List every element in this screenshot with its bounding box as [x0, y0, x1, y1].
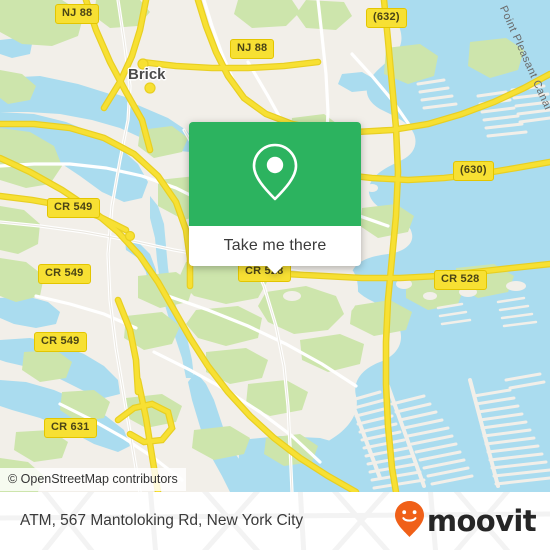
road-shield-cr-549-south[interactable]: CR 549	[34, 332, 87, 352]
road-shield-cr-549-mid[interactable]: CR 549	[38, 264, 91, 284]
road-shield-cr-528-east[interactable]: CR 528	[434, 270, 487, 290]
road-shield-cr-631[interactable]: CR 631	[44, 418, 97, 438]
moovit-wordmark: moovit	[426, 503, 537, 538]
road-shield-630[interactable]: (630)	[453, 161, 494, 181]
popup-card-header	[189, 122, 361, 226]
map-canvas[interactable]: NJ 88 NJ 88 (632) (630) CR 549 CR 549 CR…	[0, 0, 550, 492]
road-shield-cr-549-north[interactable]: CR 549	[47, 198, 100, 218]
place-label-brick: Brick	[128, 66, 166, 83]
moovit-logo[interactable]: moovit	[394, 500, 537, 543]
popup-card-footer: Take me there	[189, 226, 361, 274]
osm-attribution[interactable]: © OpenStreetMap contributors	[0, 468, 186, 491]
moovit-smiley-pin-icon	[394, 500, 425, 543]
road-shield-nj-88-center[interactable]: NJ 88	[230, 39, 275, 59]
take-me-there-button[interactable]: Take me there	[224, 237, 327, 255]
road-shield-632[interactable]: (632)	[366, 8, 407, 28]
footer-bar: ATM, 567 Mantoloking Rd, New York City m…	[0, 492, 550, 550]
location-address-label: ATM, 567 Mantoloking Rd, New York City	[20, 512, 304, 529]
location-popup-card[interactable]: Take me there	[189, 122, 361, 274]
popup-pointer-tail	[266, 265, 284, 274]
road-shield-nj-88-north[interactable]: NJ 88	[55, 4, 100, 24]
map-pin-icon	[249, 141, 301, 208]
footer-content: ATM, 567 Mantoloking Rd, New York City m…	[0, 492, 550, 550]
